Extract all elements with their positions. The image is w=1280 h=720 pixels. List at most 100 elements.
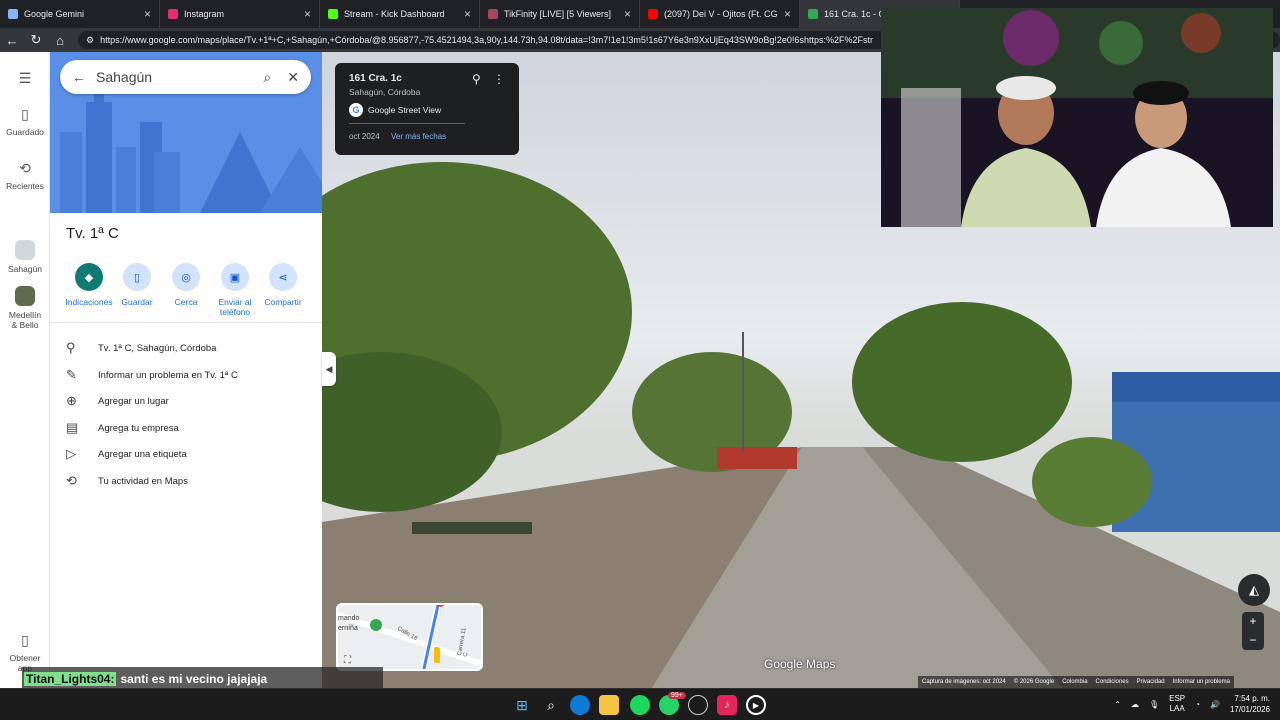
steam-icon[interactable]	[688, 695, 708, 715]
chevron-left-icon: ◀	[325, 363, 333, 374]
rail-label: Guardado	[6, 127, 44, 137]
search-input[interactable]: Sahagún	[96, 69, 263, 85]
tab-title: Instagram	[184, 9, 225, 19]
volume-icon[interactable]: 🔊	[1210, 700, 1220, 709]
url-text: https://www.google.com/maps/place/Tv.+1ª…	[100, 35, 873, 45]
nearby-button[interactable]: ◎ Cerca	[158, 263, 214, 307]
street-address: 161 Cra. 1c	[349, 73, 402, 84]
attrib-link[interactable]: Colombia	[1062, 679, 1087, 685]
add-place-row[interactable]: ⊕ Agregar un lugar	[66, 391, 169, 411]
location-pin-icon: ⚲	[66, 340, 76, 355]
share-button[interactable]: ⋖ Compartir	[255, 263, 311, 307]
attrib-item: Captura de imágenes: oct 2024	[922, 679, 1006, 685]
wifi-icon[interactable]: ◔	[1195, 700, 1200, 709]
hero-image: ← Sahagún ⌕ ✕	[50, 52, 322, 213]
action-label: Guardar	[121, 297, 153, 307]
search-icon[interactable]: ⌕	[263, 69, 271, 86]
row-label: Informar un problema en Tv. 1ª C	[98, 369, 238, 381]
file-explorer-icon[interactable]	[599, 695, 619, 715]
attrib-item: © 2026 Google	[1013, 679, 1055, 685]
activity-row[interactable]: ⟲ Tu actividad en Maps	[66, 471, 188, 491]
phone-icon: ▯	[21, 632, 29, 648]
rail-label: Medellín & Bello	[8, 310, 42, 330]
close-icon[interactable]: ×	[624, 7, 631, 21]
history-icon: ⟲	[19, 160, 31, 176]
rail-sahagun[interactable]: Sahagún	[0, 240, 50, 274]
place-thumbnail	[15, 286, 35, 306]
lang-code: ESP	[1169, 694, 1186, 703]
search-box[interactable]: ← Sahagún ⌕ ✕	[60, 60, 311, 94]
divider	[349, 123, 465, 124]
minimap-label: erníña	[338, 625, 358, 632]
attrib-link[interactable]: Informar un problema	[1173, 679, 1230, 685]
attrib-link[interactable]: Privacidad	[1137, 679, 1165, 685]
directions-icon: ◆	[75, 263, 103, 291]
zoom-in-button[interactable]: +	[1242, 612, 1264, 631]
location-pin-icon[interactable]: ⚲	[472, 72, 481, 86]
maps-icon	[808, 9, 818, 19]
share-icon: ⋖	[269, 263, 297, 291]
reload-icon[interactable]: ↻	[24, 32, 48, 48]
left-rail: ☰ ▯ Guardado ⟲ Recientes Sahagún Medellí…	[0, 52, 50, 688]
rail-medellin[interactable]: Medellín & Bello	[0, 286, 50, 330]
close-icon[interactable]: ×	[464, 7, 471, 21]
expand-icon[interactable]: ⛶	[344, 655, 351, 666]
google-maps-watermark: Google Maps	[764, 657, 836, 671]
close-icon[interactable]: ×	[144, 7, 151, 21]
save-button[interactable]: ▯ Guardar	[109, 263, 165, 307]
bookmark-icon: ▯	[21, 106, 29, 122]
pencil-icon: ✎	[66, 367, 77, 382]
add-label-row[interactable]: ▷ Agregar una etiqueta	[66, 444, 187, 464]
media-player-icon[interactable]: ▶	[746, 695, 766, 715]
more-dates-link[interactable]: Ver más fechas	[391, 132, 446, 141]
chat-message: santi es mi vecino jajajaja	[120, 671, 268, 686]
back-arrow-icon[interactable]: ←	[72, 69, 86, 85]
close-icon[interactable]: ×	[304, 7, 311, 21]
provider-label: Google Street View	[368, 105, 442, 115]
tiktok-icon[interactable]: ♪	[717, 695, 737, 715]
zoom-out-button[interactable]: −	[1242, 631, 1264, 650]
rail-label: Recientes	[6, 181, 44, 191]
language-indicator[interactable]: ESP LAA	[1169, 694, 1185, 714]
tab-kick-dashboard[interactable]: Stream - Kick Dashboard ×	[320, 0, 480, 28]
tab-tikfinity[interactable]: TikFinity [LIVE] [5 Viewers] ×	[480, 0, 640, 28]
search-icon[interactable]: ⌕	[541, 695, 561, 715]
start-icon[interactable]: ⊞	[512, 695, 532, 715]
collapse-panel-button[interactable]: ◀	[322, 352, 336, 386]
clock-date: 17/01/2026	[1229, 705, 1270, 714]
rail-saved[interactable]: ▯ Guardado	[0, 106, 50, 137]
tab-youtube[interactable]: (2097) Dei V - Ojitos (Ft. CG & Fab ×	[640, 0, 800, 28]
network-icon[interactable]: ☁	[1131, 700, 1139, 709]
more-options-icon[interactable]: ⋮	[493, 72, 505, 86]
close-icon[interactable]: ×	[784, 7, 791, 21]
kick-icon	[328, 9, 338, 19]
menu-button[interactable]: ☰	[0, 70, 50, 91]
spotify-icon[interactable]	[630, 695, 650, 715]
add-business-row[interactable]: ▤ Agrega tu empresa	[66, 418, 179, 438]
minimap[interactable]: mando erníña Calle 18 Carrera 11 C ⛶	[336, 603, 483, 671]
place-thumbnail	[15, 240, 35, 260]
home-icon[interactable]: ⌂	[48, 33, 72, 48]
attrib-link[interactable]: Condiciones	[1096, 679, 1129, 685]
youtube-icon	[648, 9, 658, 19]
tab-instagram[interactable]: Instagram ×	[160, 0, 320, 28]
back-icon[interactable]: ←	[0, 33, 24, 48]
report-problem-row[interactable]: ✎ Informar un problema en Tv. 1ª C	[66, 365, 238, 385]
clock[interactable]: 7:54 p. m. 17/01/2026	[1230, 693, 1270, 715]
nearby-icon: ◎	[172, 263, 200, 291]
close-icon[interactable]: ✕	[287, 69, 299, 86]
edge-icon[interactable]	[570, 695, 590, 715]
webcam-overlay	[881, 8, 1273, 227]
menu-icon: ☰	[18, 70, 32, 86]
windows-taskbar: ⊞ ⌕ 99+ ♪ ▶ ⌃ ☁ 🎙 ESP LAA ◔ 🔊 7:54 p. m.…	[0, 688, 1280, 720]
tab-google-gemini[interactable]: Google Gemini ×	[0, 0, 160, 28]
gemini-icon	[8, 9, 18, 19]
compass-icon[interactable]: ◭	[1238, 574, 1270, 606]
chevron-up-icon[interactable]: ⌃	[1114, 700, 1121, 709]
zoom-control: + −	[1242, 612, 1264, 650]
rail-recents[interactable]: ⟲ Recientes	[0, 160, 50, 191]
address-row[interactable]: ⚲ Tv. 1ª C, Sahagún, Córdoba	[66, 338, 216, 358]
microphone-icon[interactable]: 🎙	[1149, 700, 1159, 709]
site-info-icon[interactable]: ⚙	[86, 35, 94, 46]
action-label: Enviar al teléfono	[218, 297, 252, 317]
